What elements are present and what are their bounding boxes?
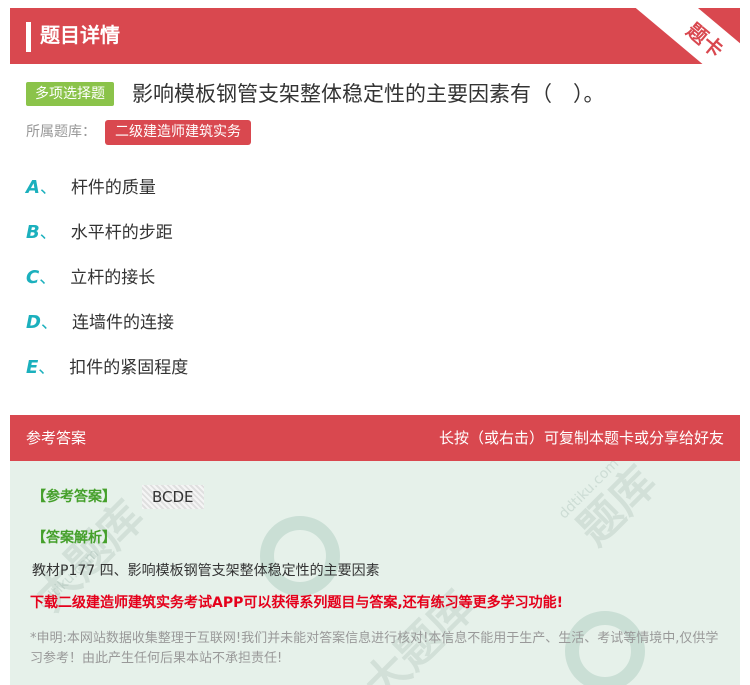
header-accent-bar — [26, 22, 31, 52]
bank-label: 所属题库： — [26, 124, 96, 140]
page-header: 题目详情 题卡 — [10, 8, 740, 64]
explanation-text: 教材P177 四、影响模板钢管支架整体稳定性的主要因素 — [32, 563, 380, 579]
ribbon-label: 题卡 — [681, 17, 729, 63]
bank-tag-link[interactable]: 二级建造师建筑实务 — [105, 120, 251, 145]
reference-answer-label: 【参考答案】 — [32, 489, 116, 505]
option-letter: A — [26, 177, 40, 198]
option-d[interactable]: D、 连墙件的连接 — [26, 310, 174, 336]
option-c[interactable]: C、 立杆的接长 — [26, 265, 155, 291]
app-promo-link[interactable]: 下载二级建造师建筑实务考试APP可以获得系列题目与答案,还有练习等更多学习功能! — [30, 593, 563, 613]
question-text: 影响模板钢管支架整体稳定性的主要因素有（ ）。 — [132, 82, 605, 106]
option-letter: D — [26, 312, 41, 333]
question-type-badge: 多项选择题 — [26, 82, 114, 106]
option-text: 连墙件的连接 — [71, 313, 174, 333]
corner-ribbon: 题卡 — [630, 8, 740, 64]
watermark-logo-icon — [260, 516, 340, 596]
option-text: 立杆的接长 — [70, 268, 156, 288]
option-text: 杆件的质量 — [70, 178, 156, 198]
answer-section-label: 参考答案 — [26, 429, 87, 447]
option-letter: B — [26, 222, 40, 243]
option-letter: E — [26, 357, 39, 378]
option-text: 水平杆的步距 — [70, 223, 173, 243]
reference-answer-value: BCDE — [142, 485, 204, 509]
option-text: 扣件的紧固程度 — [69, 358, 189, 378]
option-letter: C — [26, 267, 40, 288]
explanation-label: 【答案解析】 — [32, 530, 116, 546]
answer-section-body: 大题库 题库 大题库 ddtiku.com ddtiku.com 【参考答案】 … — [10, 461, 740, 685]
answer-section-header: 参考答案 长按（或右击）可复制本题卡或分享给好友 — [10, 415, 740, 461]
option-a[interactable]: A、 杆件的质量 — [26, 175, 156, 201]
option-b[interactable]: B、 水平杆的步距 — [26, 220, 173, 246]
share-hint: 长按（或右击）可复制本题卡或分享给好友 — [438, 429, 724, 447]
disclaimer-text: *申明:本网站数据收集整理于互联网!我们并未能对答案信息进行核对!本信息不能用于… — [30, 631, 719, 666]
option-e[interactable]: E、 扣件的紧固程度 — [26, 355, 188, 381]
page-title: 题目详情 — [40, 23, 120, 47]
